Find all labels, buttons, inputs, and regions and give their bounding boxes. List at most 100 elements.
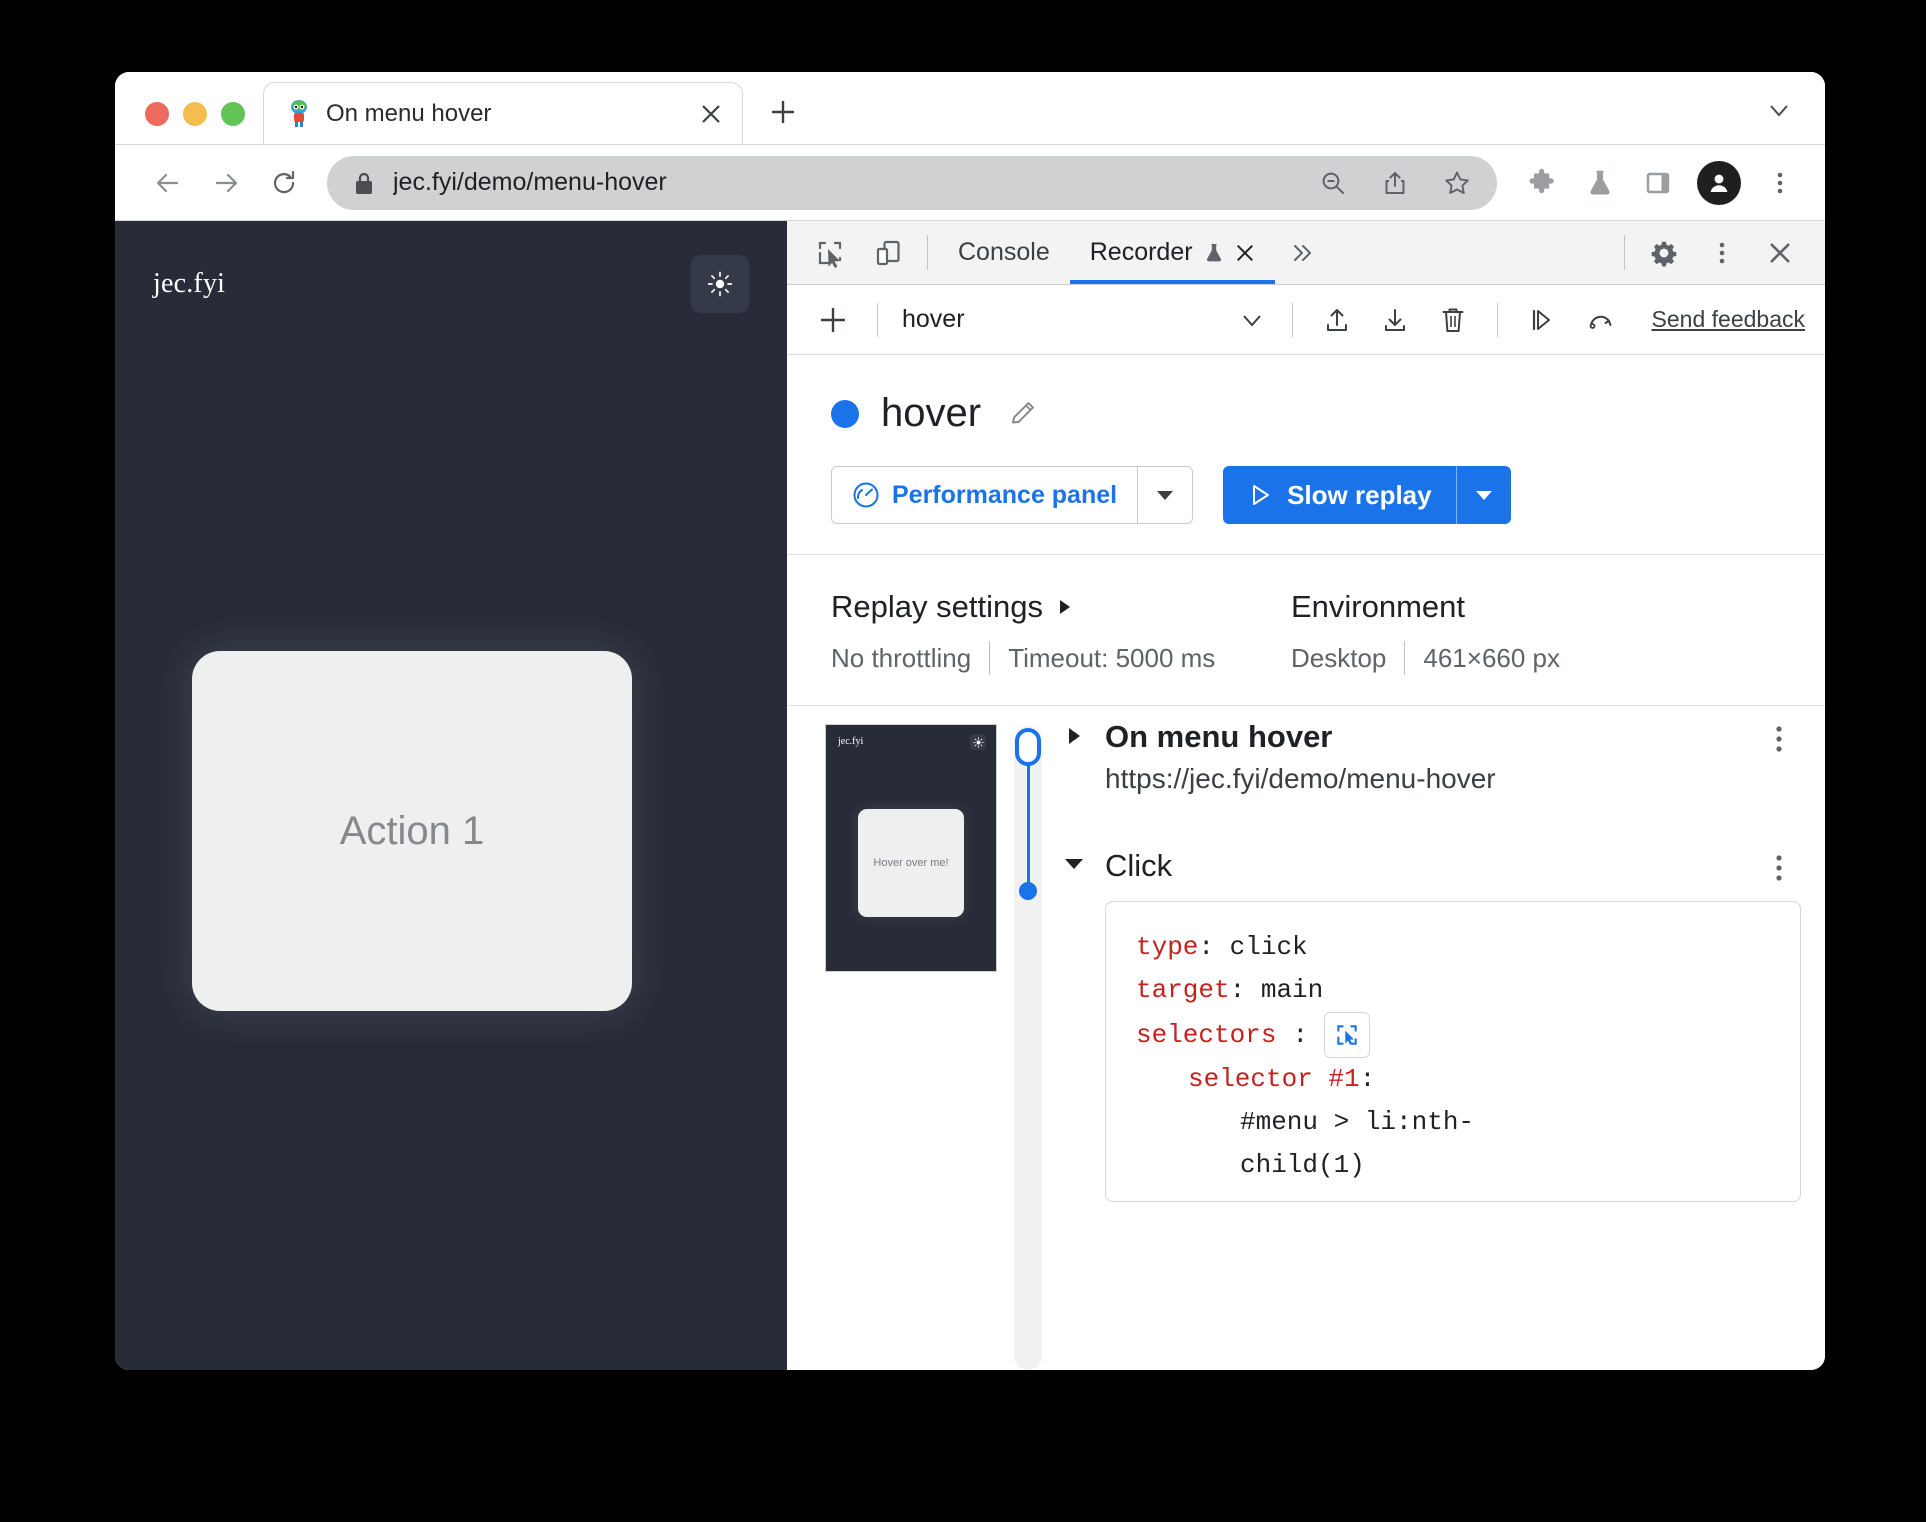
devtools-close-icon[interactable]	[1751, 221, 1809, 284]
close-window-button[interactable]	[145, 102, 169, 126]
step-expand-caret-icon[interactable]	[1059, 720, 1089, 746]
share-icon[interactable]	[1373, 161, 1417, 205]
reload-icon[interactable]	[257, 156, 311, 210]
performance-panel-label: Performance panel	[892, 480, 1118, 509]
steps-timeline	[997, 720, 1059, 1370]
devtools-menu-icon[interactable]	[1693, 221, 1751, 284]
code-key-target: target	[1136, 975, 1230, 1006]
step-title-click: Click	[1105, 847, 1173, 883]
timeline-node-click[interactable]	[1019, 882, 1037, 900]
recording-status-dot	[831, 399, 859, 428]
code-colon-3: :	[1292, 1019, 1309, 1050]
thumbnail-card-label: Hover over me!	[873, 857, 949, 869]
value-divider-2	[1404, 641, 1406, 675]
code-colon-2: :	[1229, 975, 1261, 1006]
code-value-type: click	[1229, 932, 1308, 963]
timeout-value: Timeout: 5000 ms	[1008, 642, 1216, 673]
recording-title-row: hover	[787, 391, 1825, 436]
tab-close-icon[interactable]	[696, 99, 726, 129]
minimize-window-button[interactable]	[183, 102, 207, 126]
step-menu-icon[interactable]	[1757, 720, 1801, 754]
recorder-toolbar-divider-2	[1291, 302, 1293, 337]
performance-panel-button[interactable]: Performance panel	[832, 467, 1137, 523]
expand-caret-icon	[1057, 598, 1073, 616]
recording-name: hover	[881, 391, 982, 435]
value-divider	[989, 641, 991, 675]
replay-icon[interactable]	[1572, 292, 1628, 348]
slow-replay-dropdown-arrow[interactable]	[1457, 466, 1511, 524]
screenshot-column: jec.fyi Hover over me!	[787, 706, 997, 1370]
slow-replay-split-button[interactable]: Slow replay	[1223, 466, 1511, 524]
slow-replay-button[interactable]: Slow replay	[1223, 466, 1456, 524]
code-value-target-real: main	[1260, 975, 1324, 1006]
steps-main: On menu hover https://jec.fyi/demo/menu-…	[997, 706, 1825, 1370]
theme-toggle-sun-icon[interactable]	[691, 255, 749, 313]
profile-avatar[interactable]	[1697, 160, 1741, 205]
step-body-click: Click	[1105, 847, 1741, 884]
edit-recording-pencil-icon[interactable]	[1003, 394, 1043, 434]
steps-area: jec.fyi Hover over me! On menu hover htt…	[787, 706, 1825, 1370]
zoom-out-icon[interactable]	[1311, 161, 1355, 205]
recording-actions: Performance panel Slow replay	[787, 436, 1825, 524]
extensions-puzzle-icon[interactable]	[1515, 156, 1569, 210]
tabbar-spacer	[1331, 221, 1614, 284]
select-element-icon[interactable]	[1324, 1012, 1371, 1059]
environment-values: Desktop 461×660 px	[1291, 641, 1560, 675]
environment-title: Environment	[1291, 589, 1560, 625]
step-row-on-menu-hover[interactable]: On menu hover https://jec.fyi/demo/menu-…	[1059, 719, 1801, 795]
step-collapse-caret-icon[interactable]	[1059, 849, 1089, 873]
recording-select-value[interactable]: hover	[894, 305, 1226, 334]
recording-select-chevron-down-icon[interactable]	[1228, 306, 1276, 334]
step-row-click[interactable]: Click	[1059, 847, 1801, 884]
new-tab-button[interactable]	[757, 86, 809, 138]
thumbnail-sun-icon	[970, 734, 986, 750]
flask-icon[interactable]	[1573, 156, 1627, 210]
replay-settings-column: Replay settings No throttling Timeout: 5…	[831, 589, 1291, 675]
send-feedback-link[interactable]: Send feedback	[1652, 306, 1805, 333]
gear-icon[interactable]	[1635, 221, 1693, 284]
tab-recorder-close-icon[interactable]	[1235, 243, 1255, 263]
step-over-icon[interactable]	[1514, 292, 1570, 348]
export-recording-icon[interactable]	[1367, 292, 1423, 348]
step-detail-code-block: type: click target: main selectors: sele…	[1105, 901, 1801, 1202]
browser-tab-on-menu-hover[interactable]: On menu hover	[263, 82, 743, 144]
settings-row: Replay settings No throttling Timeout: 5…	[787, 555, 1825, 706]
tab-console[interactable]: Console	[938, 221, 1070, 284]
performance-panel-split-button[interactable]: Performance panel	[831, 466, 1194, 524]
viewport-value: 461×660 px	[1423, 642, 1561, 673]
step-screenshot-thumbnail[interactable]: jec.fyi Hover over me!	[825, 724, 997, 972]
device-toolbar-icon[interactable]	[859, 221, 917, 284]
more-tabs-icon[interactable]	[1275, 221, 1331, 284]
step-body: On menu hover https://jec.fyi/demo/menu-…	[1105, 719, 1741, 795]
inspect-element-icon[interactable]	[801, 221, 859, 284]
timeline-node-start[interactable]	[1015, 728, 1041, 766]
toolbar-divider	[927, 235, 928, 270]
step-menu-icon-click[interactable]	[1757, 849, 1801, 883]
side-panel-icon[interactable]	[1631, 156, 1685, 210]
code-key-selectors: selectors	[1136, 1019, 1277, 1050]
maximize-window-button[interactable]	[221, 102, 245, 126]
tab-recorder-label: Recorder	[1089, 238, 1193, 266]
bookmark-star-icon[interactable]	[1435, 161, 1479, 205]
tab-recorder[interactable]: Recorder	[1069, 221, 1275, 284]
import-recording-icon[interactable]	[1309, 292, 1365, 348]
address-bar[interactable]: jec.fyi/demo/menu-hover	[327, 155, 1497, 210]
action-card-label: Action 1	[339, 808, 485, 853]
delete-recording-trash-icon[interactable]	[1425, 292, 1481, 348]
code-line-selectors: selectors:	[1136, 1012, 1770, 1059]
forward-arrow-icon[interactable]	[199, 156, 253, 210]
tab-search-chevron-down-icon[interactable]	[1751, 82, 1807, 138]
code-key-type: type	[1136, 932, 1199, 963]
performance-panel-dropdown-arrow[interactable]	[1138, 467, 1192, 523]
recorder-toolbar-divider-3	[1496, 302, 1498, 337]
throttling-value: No throttling	[831, 642, 972, 673]
devtools-tabbar: Console Recorder	[787, 221, 1825, 285]
window-traffic-lights	[115, 102, 263, 144]
back-arrow-icon[interactable]	[141, 156, 195, 210]
devtools-tabbar-actions	[1614, 221, 1825, 284]
code-line-selector-1: selector #1:	[1136, 1058, 1770, 1101]
add-recording-button[interactable]	[805, 292, 861, 348]
browser-menu-icon[interactable]	[1753, 156, 1807, 210]
replay-settings-toggle[interactable]: Replay settings	[831, 589, 1291, 625]
action-card[interactable]: Action 1	[192, 651, 632, 1011]
